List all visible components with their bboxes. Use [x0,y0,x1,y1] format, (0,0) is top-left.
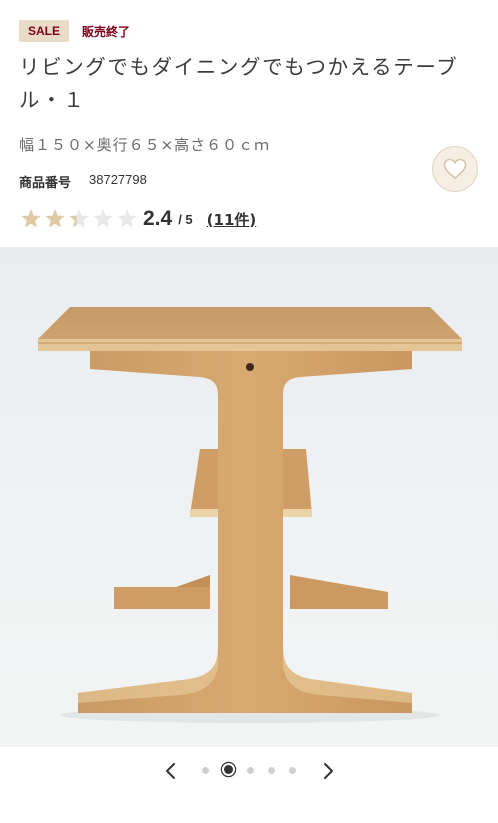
star-icon [21,209,41,228]
star-icon [69,209,89,228]
favorite-button[interactable] [432,146,478,192]
rating-score: 2.4 [143,207,173,230]
product-image [0,247,498,747]
rating-stars [19,207,139,231]
carousel-dot[interactable] [267,767,275,774]
chevron-left-icon [166,763,175,779]
star-icon [93,209,113,228]
carousel-dot[interactable] [223,765,233,774]
product-title: リビングでもダイニングでもつかえるテーブル・１ [19,55,459,112]
carousel-dot[interactable] [201,767,209,774]
badge-row: SALE 販売終了 [19,20,130,42]
product-size: 幅１５０×奥行６５×高さ６０ｃｍ [19,136,271,154]
rating: 2.4 / 5 (11件) [19,203,256,235]
heart-icon [443,158,467,180]
image-carousel-controls [0,756,498,786]
review-count-link[interactable]: (11件) [207,209,257,230]
carousel-dot[interactable] [288,767,296,774]
next-image-button[interactable] [317,760,339,782]
product-number-label: 商品番号 [19,176,72,191]
chevron-right-icon [324,763,333,779]
previous-image-button[interactable] [160,760,182,782]
product-number-value: 38727798 [89,172,147,187]
star-icon [45,209,65,228]
sold-out-label: 販売終了 [82,24,131,39]
sale-badge: SALE [19,20,70,42]
product-number: 商品番号 38727798 [19,172,147,191]
carousel-dot[interactable] [246,767,254,774]
star-icon [117,209,137,228]
rating-max: / 5 [178,211,193,227]
